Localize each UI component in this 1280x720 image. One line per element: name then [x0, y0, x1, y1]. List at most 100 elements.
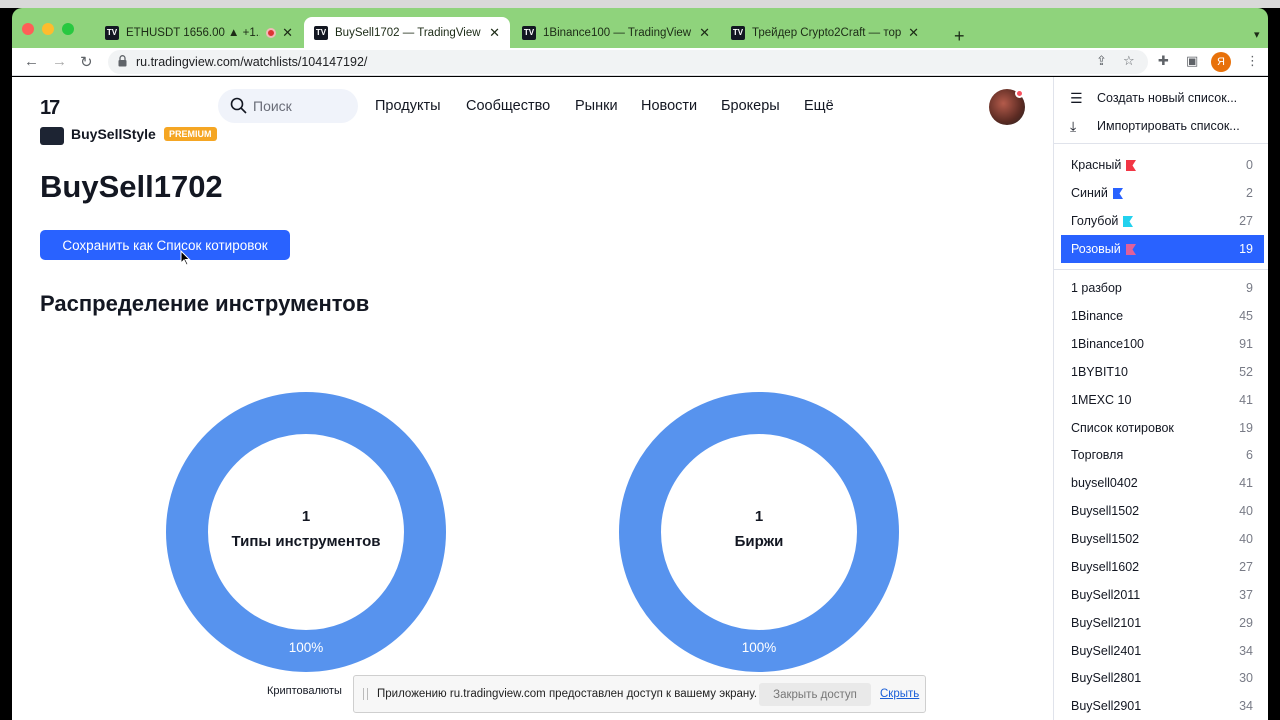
- tradingview-favicon-icon: TV: [105, 25, 119, 40]
- tradingview-favicon-icon: TV: [522, 25, 536, 40]
- donut-count: 1: [754, 508, 764, 525]
- nav-community[interactable]: Сообщество: [466, 98, 550, 114]
- list-count: 37: [1239, 588, 1253, 602]
- watchlist-item[interactable]: Торговля 6: [1061, 441, 1264, 469]
- watchlist-item[interactable]: 1MEXC 10 41: [1061, 386, 1264, 414]
- divider: [1054, 143, 1268, 144]
- close-tab-icon[interactable]: ✕: [489, 25, 500, 41]
- list-count: 45: [1239, 309, 1253, 323]
- zoom-window-button[interactable]: [62, 23, 74, 35]
- share-icon[interactable]: ⇪: [1096, 53, 1107, 69]
- list-count: 6: [1246, 448, 1253, 462]
- watchlist-blue[interactable]: Синий 2: [1061, 179, 1264, 207]
- reload-icon[interactable]: ↻: [80, 53, 93, 71]
- list-count: 41: [1239, 393, 1253, 407]
- list-name: Список котировок: [1071, 421, 1174, 435]
- create-list-action[interactable]: ☰ Создать новый список...: [1070, 88, 1237, 108]
- forward-arrow-icon[interactable]: →: [52, 53, 67, 70]
- list-name: Торговля: [1071, 448, 1124, 462]
- watchlist-item[interactable]: 1BYBIT10 52: [1061, 358, 1264, 386]
- list-count: 27: [1239, 560, 1253, 574]
- list-name: Голубой: [1071, 214, 1119, 228]
- divider: [1054, 269, 1268, 270]
- watchlist-item[interactable]: BuySell2901 34: [1061, 692, 1264, 720]
- search-input[interactable]: Поиск: [218, 89, 358, 123]
- list-count: 91: [1239, 337, 1253, 351]
- nav-news[interactable]: Новости: [641, 98, 697, 114]
- add-list-icon: ☰: [1070, 89, 1083, 106]
- watchlist-item[interactable]: BuySell2401 34: [1061, 637, 1264, 665]
- nav-brokers[interactable]: Брокеры: [721, 98, 780, 114]
- tradingview-favicon-icon: TV: [731, 25, 745, 40]
- watchlist-item[interactable]: Buysell1502 40: [1061, 525, 1264, 553]
- save-as-watchlist-button[interactable]: Сохранить как Список котировок: [40, 230, 290, 260]
- legend-label: Криптовалюты: [267, 685, 342, 697]
- page-title: BuySell1702: [40, 169, 223, 204]
- browser-window: TV ETHUSDT 1656.00 ▲ +1.11 ✕ TV BuySell1…: [0, 0, 1280, 720]
- list-name: BuySell2801: [1071, 671, 1142, 685]
- list-name: 1BYBIT10: [1071, 365, 1128, 379]
- search-icon: [230, 97, 247, 114]
- watchlist-item[interactable]: BuySell2011 37: [1061, 581, 1264, 609]
- address-bar[interactable]: ru.tradingview.com/watchlists/104147192/: [108, 50, 1148, 74]
- tab-title: Трейдер Crypto2Craft — торг: [752, 26, 903, 39]
- watchlist-item[interactable]: Buysell1502 40: [1061, 497, 1264, 525]
- browser-tab[interactable]: TV Трейдер Crypto2Craft — торг ✕: [721, 17, 929, 48]
- donut-label: Типы инструментов: [231, 533, 381, 550]
- tradingview-logo-icon[interactable]: 17: [40, 97, 60, 120]
- browser-toolbar: ← → ↻ ru.tradingview.com/watchlists/1041…: [12, 48, 1268, 76]
- import-list-action[interactable]: ⤓ Импортировать список...: [1070, 116, 1240, 136]
- watchlist-item[interactable]: buysell0402 41: [1061, 469, 1264, 497]
- close-tab-icon[interactable]: ✕: [908, 25, 919, 41]
- watchlist-item[interactable]: BuySell2101 29: [1061, 609, 1264, 637]
- minimize-window-button[interactable]: [42, 23, 54, 35]
- section-title: Распределение инструментов: [40, 291, 370, 316]
- nav-products[interactable]: Продукты: [375, 98, 441, 114]
- list-count: 9: [1246, 281, 1253, 295]
- watchlist-red[interactable]: Красный 0: [1061, 151, 1264, 179]
- drag-handle-icon[interactable]: [363, 688, 368, 700]
- action-label: Создать новый список...: [1097, 91, 1238, 105]
- watchlist-item[interactable]: 1Binance100 91: [1061, 330, 1264, 358]
- close-window-button[interactable]: [22, 23, 34, 35]
- browser-tab[interactable]: TV ETHUSDT 1656.00 ▲ +1.11 ✕: [95, 17, 303, 48]
- side-panel-icon[interactable]: ▣: [1186, 53, 1198, 69]
- stop-sharing-button[interactable]: Закрыть доступ: [759, 683, 871, 706]
- list-count: 30: [1239, 671, 1253, 685]
- watchlist-pink-selected[interactable]: Розовый 19: [1061, 235, 1264, 263]
- menu-kebab-icon[interactable]: ⋮: [1246, 53, 1259, 69]
- watchlist-item[interactable]: Buysell1602 27: [1061, 553, 1264, 581]
- donut-percent: 100%: [741, 640, 777, 655]
- browser-tab-active[interactable]: TV BuySell1702 — TradingView ✕: [304, 17, 510, 48]
- bookmark-star-icon[interactable]: ☆: [1123, 53, 1135, 69]
- notification-dot: [1015, 89, 1024, 98]
- pink-flag-icon: [1125, 243, 1136, 255]
- close-tab-icon[interactable]: ✕: [699, 25, 710, 41]
- close-tab-icon[interactable]: ✕: [282, 25, 293, 41]
- extensions-puzzle-icon[interactable]: ✚: [1158, 53, 1169, 69]
- list-count: 40: [1239, 504, 1253, 518]
- new-tab-icon[interactable]: +: [954, 26, 965, 47]
- watchlist-item[interactable]: BuySell2801 30: [1061, 664, 1264, 692]
- tab-search-chevron-icon[interactable]: ▾: [1254, 28, 1260, 41]
- watchlist-cyan[interactable]: Голубой 27: [1061, 207, 1264, 235]
- hide-link[interactable]: Скрыть: [880, 688, 919, 700]
- back-arrow-icon[interactable]: ←: [24, 53, 39, 70]
- watchlist-item[interactable]: 1Binance 45: [1061, 302, 1264, 330]
- browser-tab[interactable]: TV 1Binance100 — TradingView ✕: [512, 17, 720, 48]
- author-avatar[interactable]: [40, 127, 64, 145]
- tab-strip: TV ETHUSDT 1656.00 ▲ +1.11 ✕ TV BuySell1…: [12, 8, 1268, 48]
- donut-ring: [619, 392, 899, 672]
- nav-markets[interactable]: Рынки: [575, 98, 618, 114]
- list-count: 0: [1246, 158, 1253, 172]
- nav-more[interactable]: Ещё: [804, 98, 834, 114]
- author-name[interactable]: BuySellStyle: [71, 126, 156, 142]
- list-name: BuySell2011: [1071, 588, 1141, 602]
- watchlist-item[interactable]: 1 разбор 9: [1061, 274, 1264, 302]
- profile-avatar[interactable]: Я: [1211, 52, 1231, 72]
- exchanges-donut: 1 Биржи 100%: [618, 391, 900, 673]
- list-name: buysell0402: [1071, 476, 1138, 490]
- list-name: 1Binance: [1071, 309, 1124, 323]
- donut-ring: [166, 392, 446, 672]
- watchlist-item[interactable]: Список котировок 19: [1061, 414, 1264, 442]
